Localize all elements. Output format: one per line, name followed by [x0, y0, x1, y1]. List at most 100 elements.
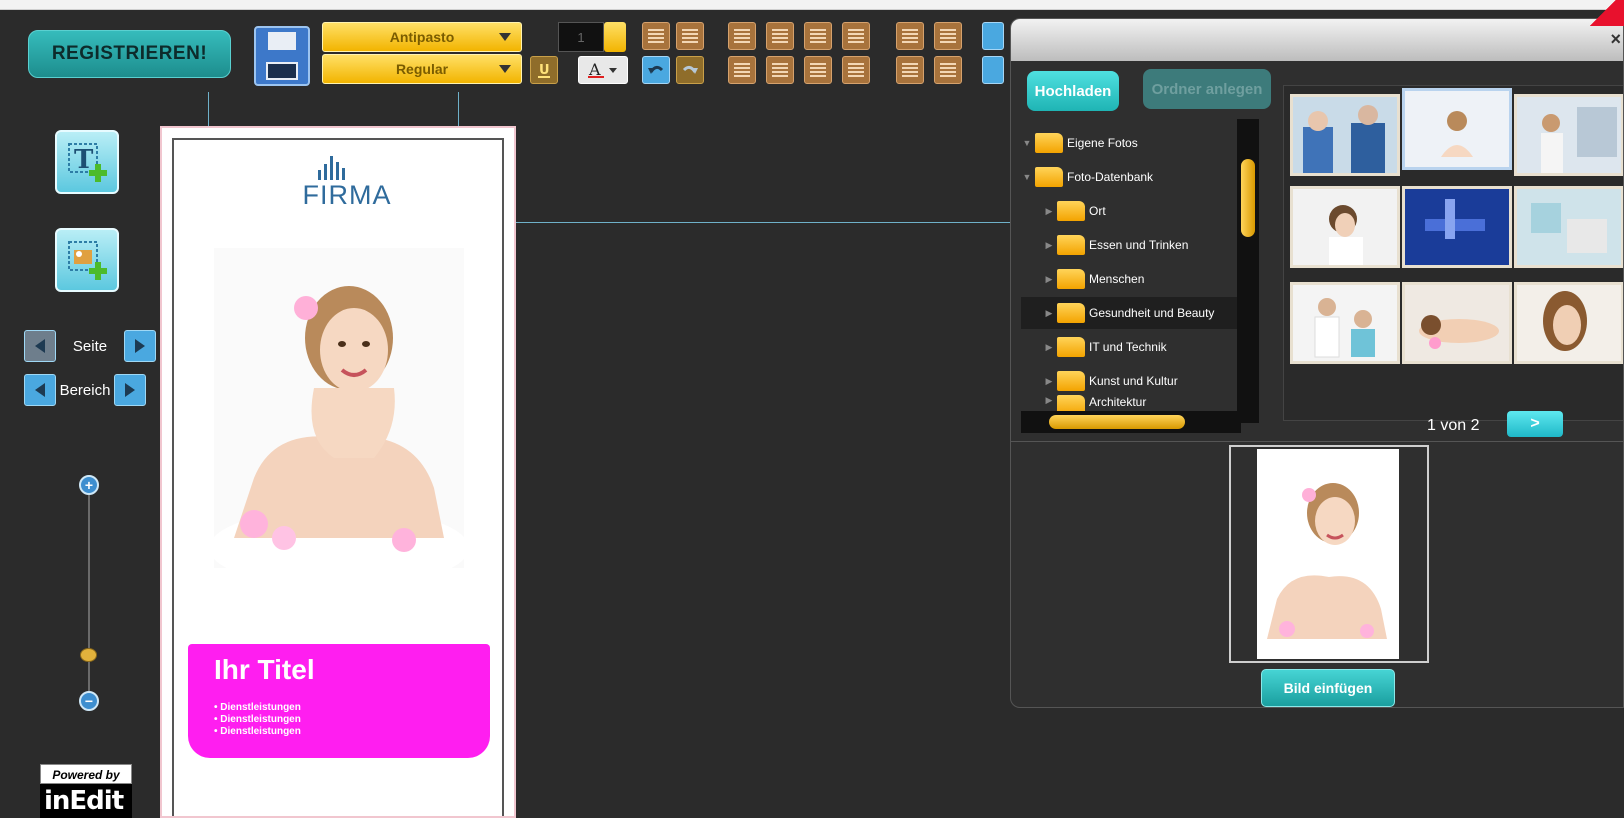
- preview-photo: [1257, 449, 1399, 659]
- logo-bars-icon: [318, 156, 345, 180]
- font-style-dropdown[interactable]: Regular: [322, 54, 522, 84]
- ordered-list-icon[interactable]: [642, 22, 670, 50]
- text-wrap-icon[interactable]: [842, 56, 870, 84]
- dialog-divider: [1011, 441, 1623, 442]
- folder-item-gesundheit-und-beauty[interactable]: ▶ Gesundheit und Beauty: [1021, 297, 1243, 329]
- document-page[interactable]: FIRMA Ihr Titel • Dienstleistungen • Die…: [160, 126, 516, 818]
- prev-page-arrow-icon[interactable]: [24, 330, 56, 362]
- folder-item-ort[interactable]: ▶ Ort: [1021, 195, 1243, 227]
- folder-icon: [1057, 303, 1085, 323]
- service-item: • Dienstleistungen: [214, 702, 301, 713]
- layer-backward-icon[interactable]: [982, 56, 1004, 84]
- chevron-right-icon[interactable]: ▶: [1043, 308, 1055, 319]
- insert-image-button[interactable]: Bild einfügen: [1261, 669, 1395, 707]
- next-page-button[interactable]: >: [1507, 411, 1563, 437]
- scrollbar-thumb[interactable]: [1241, 159, 1255, 237]
- font-size-input[interactable]: 1: [558, 22, 604, 52]
- add-text-tool-icon[interactable]: T: [55, 130, 119, 194]
- valign-middle-icon[interactable]: [766, 56, 794, 84]
- create-folder-button[interactable]: Ordner anlegen: [1143, 69, 1271, 109]
- thumbnail-image[interactable]: [1514, 186, 1623, 268]
- area-nav-row: Bereich: [24, 374, 146, 406]
- thumbnail-image[interactable]: [1514, 282, 1623, 364]
- chevron-right-icon[interactable]: ▶: [1043, 376, 1055, 387]
- text-color-icon[interactable]: A: [578, 56, 628, 84]
- folder-item-kunst-und-kultur[interactable]: ▶ Kunst und Kultur: [1021, 365, 1243, 397]
- thumbnail-image[interactable]: [1514, 94, 1623, 176]
- chevron-right-icon[interactable]: ▶: [1043, 342, 1055, 353]
- folder-label: Essen und Trinken: [1089, 238, 1189, 252]
- next-page-arrow-icon[interactable]: [124, 330, 156, 362]
- folder-icon: [1057, 201, 1085, 221]
- align-left-icon[interactable]: [728, 22, 756, 50]
- chevron-down-icon[interactable]: ▼: [1021, 172, 1033, 182]
- indent-increase-icon[interactable]: [896, 22, 924, 50]
- chevron-right-icon[interactable]: ▶: [1043, 274, 1055, 285]
- folder-item-architektur[interactable]: ▶ Architektur: [1021, 395, 1243, 411]
- zoom-slider-track[interactable]: [88, 495, 90, 695]
- layer-forward-icon[interactable]: [982, 22, 1004, 50]
- folder-tree-vertical-scrollbar[interactable]: [1237, 119, 1259, 423]
- folder-item-it-und-technik[interactable]: ▶ IT und Technik: [1021, 331, 1243, 363]
- chevron-right-icon[interactable]: ▶: [1043, 206, 1055, 217]
- zoom-in-icon[interactable]: +: [79, 475, 99, 495]
- folder-tree-horizontal-scrollbar[interactable]: [1021, 411, 1241, 433]
- folder-label: Kunst und Kultur: [1089, 374, 1178, 388]
- folder-icon: [1057, 337, 1085, 357]
- service-item: • Dienstleistungen: [214, 726, 301, 737]
- chevron-down-icon: [499, 65, 511, 73]
- add-image-tool-icon[interactable]: [55, 228, 119, 292]
- image-preview: [1229, 445, 1429, 663]
- document-photo[interactable]: [209, 248, 469, 588]
- svg-text:U: U: [539, 63, 550, 78]
- folder-item-eigene-fotos[interactable]: ▼ Eigene Fotos: [1021, 127, 1243, 159]
- font-size-stepper[interactable]: [604, 22, 626, 52]
- thumbnail-image[interactable]: [1290, 186, 1400, 268]
- chevron-down-icon: [499, 33, 511, 41]
- logo-text: FIRMA: [302, 180, 392, 210]
- save-icon[interactable]: [254, 26, 310, 86]
- redo-icon[interactable]: [676, 56, 704, 84]
- underline-icon[interactable]: U: [530, 56, 558, 84]
- align-right-icon[interactable]: [804, 22, 832, 50]
- align-center-icon[interactable]: [766, 22, 794, 50]
- folder-item-essen-und-trinken[interactable]: ▶ Essen und Trinken: [1021, 229, 1243, 261]
- close-icon[interactable]: ×: [1610, 29, 1621, 50]
- prev-area-arrow-icon[interactable]: [24, 374, 56, 406]
- undo-icon[interactable]: [642, 56, 670, 84]
- zoom-out-icon[interactable]: −: [79, 691, 99, 711]
- title-banner[interactable]: Ihr Titel • Dienstleistungen • Dienstlei…: [188, 644, 490, 758]
- zoom-slider-handle[interactable]: [80, 648, 97, 662]
- thumbnail-image-selected[interactable]: [1402, 88, 1512, 170]
- bullet-list-icon[interactable]: [676, 22, 704, 50]
- line-spacing-icon[interactable]: [896, 56, 924, 84]
- folder-label: Ort: [1089, 204, 1106, 218]
- folder-item-foto-datenbank[interactable]: ▼ Foto-Datenbank: [1021, 161, 1243, 193]
- letter-spacing-icon[interactable]: [934, 56, 962, 84]
- align-justify-icon[interactable]: [842, 22, 870, 50]
- valign-bottom-icon[interactable]: [804, 56, 832, 84]
- chevron-right-icon[interactable]: ▶: [1043, 240, 1055, 251]
- upload-button[interactable]: Hochladen: [1027, 71, 1119, 111]
- folder-item-menschen[interactable]: ▶ Menschen: [1021, 263, 1243, 295]
- thumbnail-image[interactable]: [1290, 282, 1400, 364]
- chevron-right-icon[interactable]: ▶: [1043, 395, 1055, 406]
- font-family-value: Antipasto: [389, 29, 455, 45]
- register-button[interactable]: REGISTRIEREN!: [28, 30, 231, 78]
- font-family-dropdown[interactable]: Antipasto: [322, 22, 522, 52]
- chevron-down-icon[interactable]: ▼: [1021, 138, 1033, 148]
- powered-by-text: Powered by: [40, 764, 132, 784]
- indent-decrease-icon[interactable]: [934, 22, 962, 50]
- page-label: Seite: [72, 337, 108, 355]
- thumbnail-image[interactable]: [1402, 282, 1512, 364]
- folder-label: Foto-Datenbank: [1067, 170, 1154, 184]
- scrollbar-thumb[interactable]: [1049, 415, 1185, 429]
- thumbnail-image[interactable]: [1290, 94, 1400, 176]
- dialog-titlebar[interactable]: [1011, 19, 1623, 61]
- valign-top-icon[interactable]: [728, 56, 756, 84]
- folder-icon: [1057, 395, 1085, 411]
- folder-icon: [1057, 269, 1085, 289]
- thumbnail-image[interactable]: [1402, 186, 1512, 268]
- folder-label: Architektur: [1089, 395, 1147, 409]
- next-area-arrow-icon[interactable]: [114, 374, 146, 406]
